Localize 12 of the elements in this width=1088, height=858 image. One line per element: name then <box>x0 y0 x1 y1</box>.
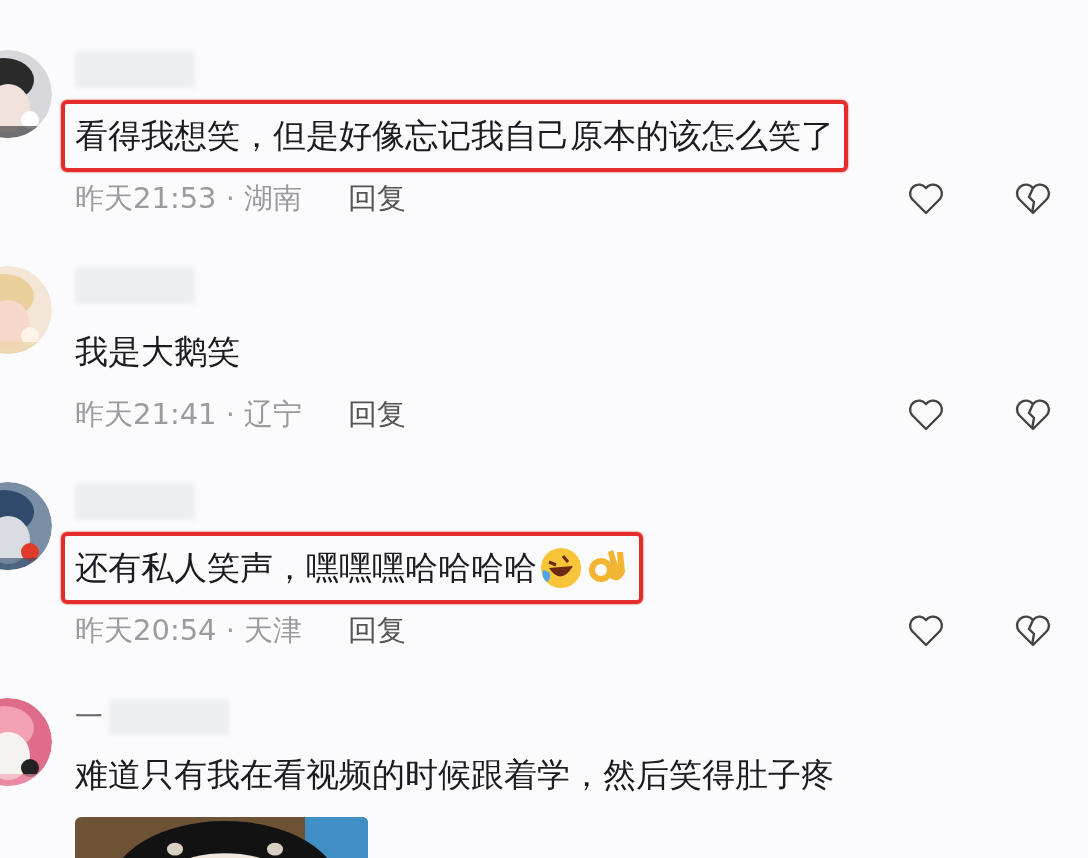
comment-text: 看得我想笑，但是好像忘记我自己原本的该怎么笑了 <box>75 114 834 157</box>
comment-text: 难道只有我在看视频的时候跟着学，然后笑得肚子疼 <box>75 754 834 797</box>
comment-text: 还有私人笑声，嘿嘿嘿哈哈哈哈 <box>75 546 537 589</box>
timestamp-location: 昨天21:41 · 辽宁 <box>75 396 303 433</box>
reply-button[interactable]: 回复 <box>348 395 407 435</box>
laughing-face-icon <box>539 546 583 590</box>
reply-button[interactable]: 回复 <box>348 611 407 651</box>
timestamp-location: 昨天20:54 · 天津 <box>75 612 303 649</box>
username: 一 <box>75 699 103 735</box>
timestamp-location: 昨天21:53 · 湖南 <box>75 180 303 217</box>
comment-text: 我是大鹅笑 <box>75 330 240 373</box>
reply-button[interactable]: 回复 <box>348 179 407 219</box>
